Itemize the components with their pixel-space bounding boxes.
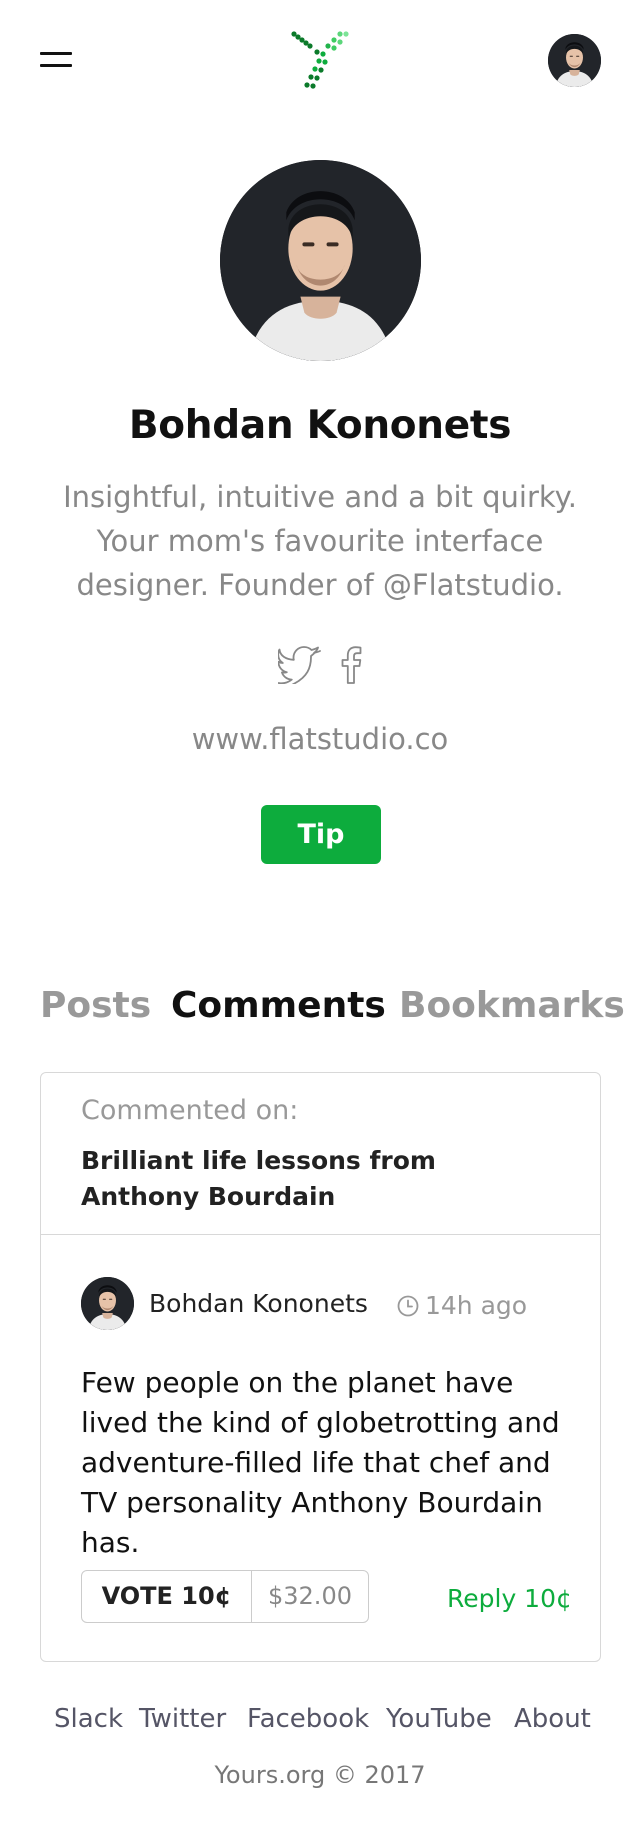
logo-dot <box>314 49 320 55</box>
logo-dot <box>331 37 337 43</box>
menu-line <box>40 52 72 55</box>
post-title-link[interactable]: Brilliant life lessons from Anthony Bour… <box>81 1143 561 1215</box>
tip-button[interactable]: Tip <box>261 805 381 864</box>
logo-dot <box>303 40 309 46</box>
clock-icon <box>397 1295 419 1317</box>
logo-dot <box>337 31 343 37</box>
hamburger-menu-icon[interactable] <box>40 50 72 70</box>
vote-total: $32.00 <box>268 1582 352 1610</box>
footer-link-youtube[interactable]: YouTube <box>386 1704 492 1734</box>
top-bar <box>0 0 640 120</box>
logo-dot <box>310 83 316 89</box>
footer-link-twitter[interactable]: Twitter <box>139 1704 226 1734</box>
social-links <box>275 644 375 684</box>
logo-dot <box>314 75 320 81</box>
logo-dot <box>316 58 322 64</box>
vote-button[interactable]: VOTE 10¢ <box>82 1571 252 1622</box>
logo-dot <box>325 43 331 49</box>
profile-avatar <box>220 160 421 361</box>
reply-button[interactable]: Reply 10¢ <box>447 1584 572 1613</box>
comment-context: Commented on: Brilliant life lessons fro… <box>41 1073 600 1235</box>
facebook-icon[interactable] <box>340 646 362 684</box>
logo-dot <box>295 34 301 40</box>
logo-dot <box>343 31 349 37</box>
logo-dot <box>312 66 318 72</box>
logo-icon[interactable] <box>290 30 350 92</box>
logo-dot <box>337 39 343 45</box>
logo-dot <box>322 59 328 65</box>
footer-link-facebook[interactable]: Facebook <box>247 1704 369 1734</box>
tab-bookmarks[interactable]: Bookmarks <box>399 985 625 1026</box>
profile-bio: Insightful, intuitive and a bit quirky. … <box>63 480 577 602</box>
footer-link-about[interactable]: About <box>514 1704 591 1734</box>
footer-link-slack[interactable]: Slack <box>54 1704 123 1734</box>
user-avatar-button[interactable] <box>548 34 601 87</box>
commented-on-label: Commented on: <box>81 1095 299 1126</box>
copyright: Yours.org © 2017 <box>214 1761 426 1789</box>
logo-dot <box>320 51 326 57</box>
website-link[interactable]: www.flatstudio.co <box>0 722 640 756</box>
twitter-icon[interactable] <box>278 646 322 684</box>
comment-card: Commented on: Brilliant life lessons fro… <box>40 1072 601 1662</box>
comment-text: Few people on the planet have lived the … <box>81 1366 560 1559</box>
logo-dot <box>318 67 324 73</box>
logo-dot <box>331 45 337 51</box>
comment-time-text: 14h ago <box>425 1291 528 1320</box>
logo-dot <box>304 82 310 88</box>
footer-links: Slack Twitter Facebook YouTube About <box>0 1704 640 1744</box>
comment-author-avatar[interactable] <box>81 1277 134 1330</box>
comment-author-name[interactable]: Bohdan Kononets <box>149 1289 368 1318</box>
profile-name: Bohdan Kononets <box>128 403 512 448</box>
vote-control: VOTE 10¢ $32.00 <box>81 1570 369 1623</box>
menu-line <box>40 64 72 67</box>
logo-dot <box>308 74 314 80</box>
tab-comments[interactable]: Comments <box>171 985 386 1026</box>
tab-posts[interactable]: Posts <box>40 985 151 1026</box>
profile-tabs: Posts Comments Bookmarks <box>40 985 625 1035</box>
comment-timestamp: 14h ago <box>397 1291 527 1320</box>
